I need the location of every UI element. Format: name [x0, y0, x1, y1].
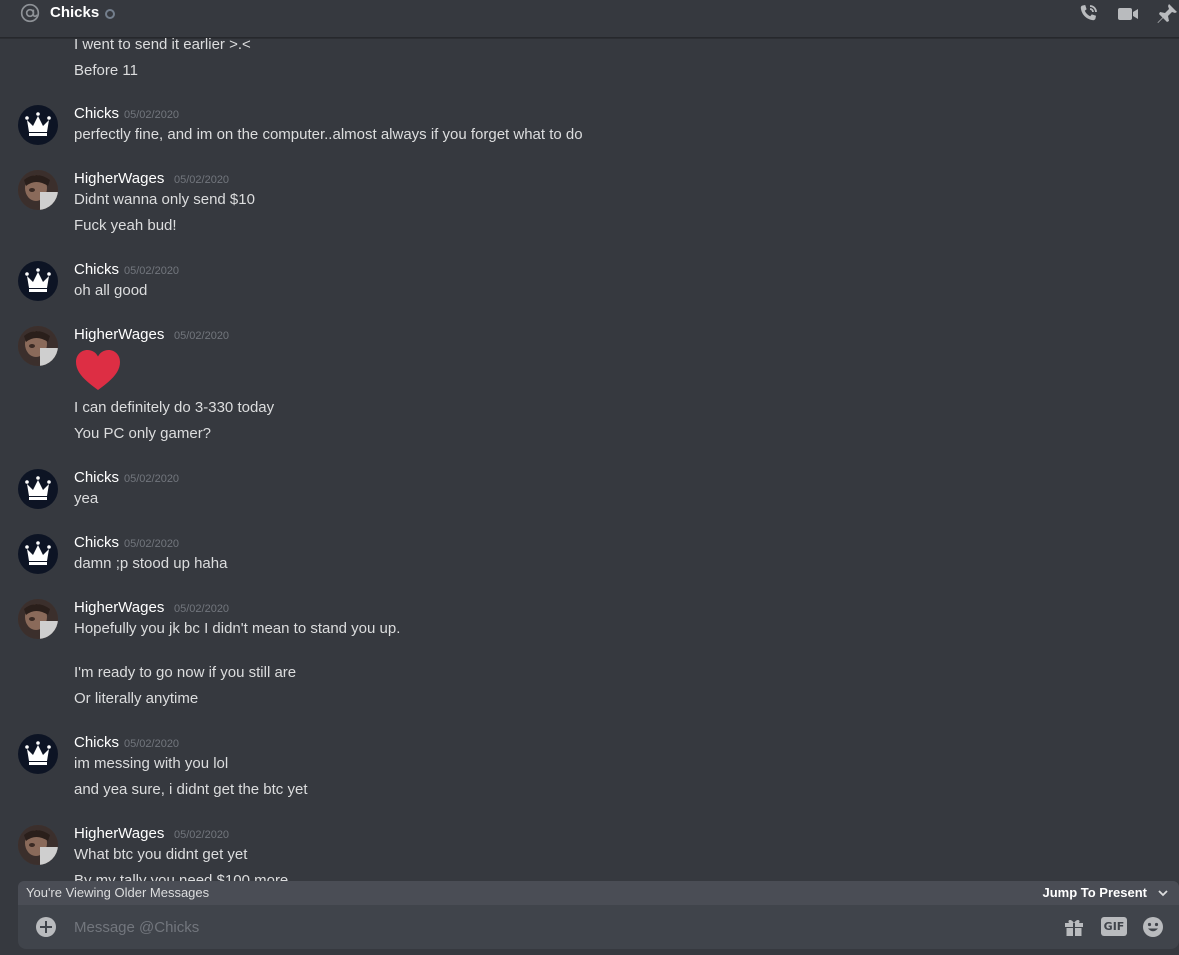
message-timestamp: 05/02/2020	[174, 174, 230, 186]
message-timestamp: 05/02/2020	[124, 109, 180, 121]
username[interactable]: Chicks	[74, 105, 119, 123]
crown-icon	[25, 741, 51, 765]
older-messages-bar: You're Viewing Older Messages Jump To Pr…	[18, 881, 1179, 905]
message-text: Before 11	[74, 62, 138, 79]
plus-circle-icon[interactable]	[36, 917, 56, 937]
jump-to-present-button[interactable]: Jump To Present	[1042, 885, 1147, 901]
message-text: Didnt wanna only send $10	[74, 191, 255, 208]
message-timestamp: 05/02/2020	[174, 330, 230, 342]
at-icon	[20, 3, 40, 23]
message-text: Fuck yeah bud!	[74, 217, 177, 234]
person-avatar[interactable]	[18, 825, 58, 865]
username[interactable]: HigherWages	[74, 170, 164, 188]
message-text: What btc you didnt get yet	[74, 846, 248, 863]
older-messages-label: You're Viewing Older Messages	[26, 885, 210, 900]
message-text: oh all good	[74, 282, 148, 299]
username[interactable]: HigherWages	[74, 599, 164, 617]
dm-window: Chicks I went to send it earlier >.< Bef…	[0, 0, 1179, 955]
chevron-down-icon[interactable]	[1157, 887, 1169, 899]
username[interactable]: Chicks	[74, 261, 119, 279]
crown-icon	[25, 541, 51, 565]
video-icon[interactable]	[1116, 2, 1140, 26]
phone-call-icon[interactable]	[1076, 2, 1100, 26]
message-text: Or literally anytime	[74, 690, 199, 707]
person-photo	[18, 825, 58, 865]
message-composer: GIF	[18, 905, 1179, 949]
crown-icon	[25, 112, 51, 136]
person-avatar[interactable]	[18, 326, 58, 366]
message-timestamp: 05/02/2020	[124, 538, 180, 550]
crown-avatar[interactable]	[18, 261, 58, 301]
message-text: I went to send it earlier >.<	[74, 38, 251, 53]
person-photo	[18, 326, 58, 366]
person-photo	[18, 599, 58, 639]
message-text: By my tally you need $100 more	[74, 872, 289, 881]
status-offline-icon	[105, 9, 115, 19]
channel-header: Chicks	[0, 0, 1179, 38]
message-text: yea	[74, 490, 99, 507]
message-text: You PC only gamer?	[74, 425, 212, 442]
person-avatar[interactable]	[18, 599, 58, 639]
username[interactable]: HigherWages	[74, 326, 164, 344]
message-text: Hopefully you jk bc I didn't mean to sta…	[74, 620, 401, 637]
message-text: perfectly fine, and im on the computer..…	[74, 126, 583, 143]
message-timestamp: 05/02/2020	[124, 265, 180, 277]
crown-icon	[25, 268, 51, 292]
username[interactable]: Chicks	[74, 469, 119, 487]
message-timestamp: 05/02/2020	[124, 738, 180, 750]
message-timestamp: 05/02/2020	[174, 603, 230, 615]
message-input[interactable]	[74, 915, 1034, 939]
gift-icon[interactable]	[1062, 915, 1086, 939]
message-list[interactable]: I went to send it earlier >.< Before 11 …	[0, 38, 1179, 881]
heart-emoji	[76, 350, 120, 390]
person-avatar[interactable]	[18, 170, 58, 210]
crown-avatar[interactable]	[18, 469, 58, 509]
username[interactable]: HigherWages	[74, 825, 164, 843]
message-timestamp: 05/02/2020	[174, 829, 230, 841]
message-timestamp: 05/02/2020	[124, 473, 180, 485]
message-text: im messing with you lol	[74, 755, 229, 772]
message-text: I can definitely do 3-330 today	[74, 399, 275, 416]
message-text: damn ;p stood up haha	[74, 555, 228, 572]
pin-icon[interactable]	[1155, 2, 1179, 26]
crown-avatar[interactable]	[18, 534, 58, 574]
username[interactable]: Chicks	[74, 534, 119, 552]
crown-avatar[interactable]	[18, 734, 58, 774]
emoji-icon[interactable]	[1141, 915, 1165, 939]
gif-icon[interactable]: GIF	[1101, 917, 1127, 936]
channel-title: Chicks	[50, 4, 100, 21]
crown-avatar[interactable]	[18, 105, 58, 145]
message-text: I'm ready to go now if you still are	[74, 664, 297, 681]
message-text: and yea sure, i didnt get the btc yet	[74, 781, 308, 798]
username[interactable]: Chicks	[74, 734, 119, 752]
crown-icon	[25, 476, 51, 500]
person-photo	[18, 170, 58, 210]
